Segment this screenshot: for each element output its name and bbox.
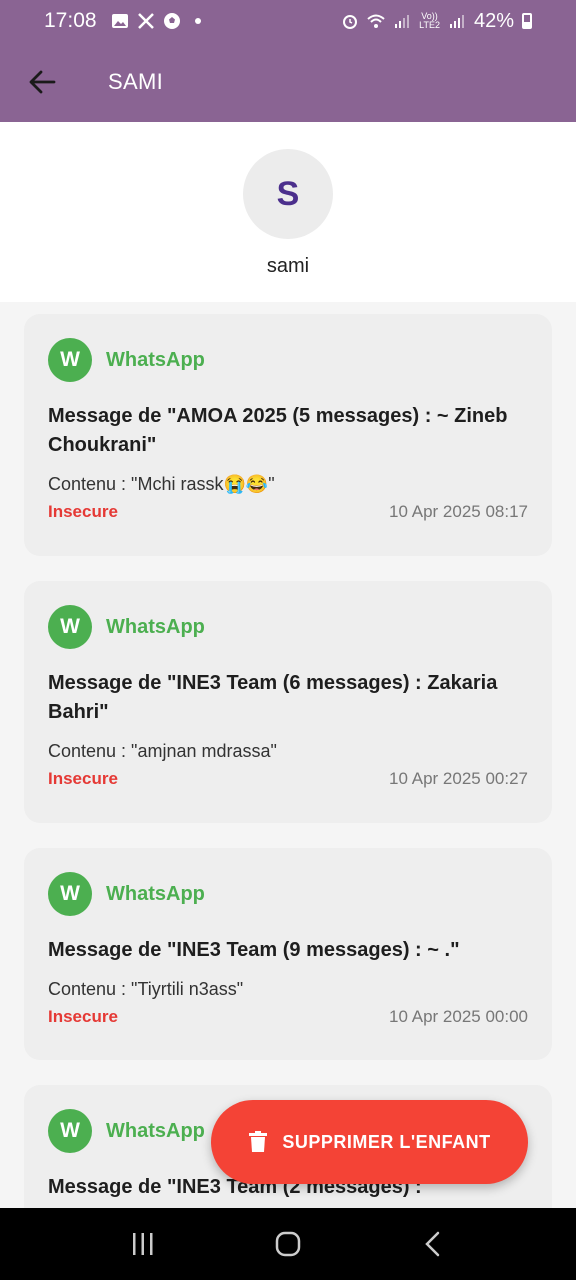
message-date: 10 Apr 2025 00:27 [389,769,528,788]
whatsapp-avatar: W [48,605,92,649]
whatsapp-avatar: W [48,338,92,382]
message-card[interactable]: W WhatsApp Message de "INE3 Team (6 mess… [24,581,552,823]
message-date: 10 Apr 2025 00:00 [389,1007,528,1026]
network-label: Vo)) LTE2 [419,11,440,30]
gallery-icon [111,14,128,28]
app-name: WhatsApp [106,882,205,905]
back-button[interactable] [0,42,84,122]
message-content: Contenu : "Tiyrtili n3ass" [48,979,244,999]
card-footer: Insecure 10 Apr 2025 00:27 [48,769,528,789]
x-icon [137,13,154,29]
arrow-left-icon [29,70,56,94]
soccer-ball-icon [163,13,180,29]
home-icon [275,1231,301,1257]
message-card[interactable]: W WhatsApp Message de "INE3 Team (9 mess… [24,848,552,1060]
recent-apps-button[interactable] [113,1214,173,1274]
profile-name: sami [266,255,310,277]
home-button[interactable] [258,1214,318,1274]
message-title: Message de "INE3 Team (6 messages) : Zak… [48,672,498,723]
card-header: W WhatsApp [48,605,528,649]
message-list[interactable]: W WhatsApp Message de "AMOA 2025 (5 mess… [0,302,576,1208]
dot-icon [194,18,201,24]
status-badge: Insecure [48,502,118,521]
message-card[interactable]: W WhatsApp Message de "AMOA 2025 (5 mess… [24,314,552,556]
battery-icon [522,13,532,29]
card-footer: Insecure 10 Apr 2025 08:17 [48,502,528,522]
app-name: WhatsApp [106,1119,205,1142]
recent-apps-icon [132,1233,153,1255]
message-content: Contenu : "amjnan mdrassa" [48,741,277,761]
message-title: Message de "AMOA 2025 (5 messages) : ~ Z… [48,405,508,456]
trash-icon [249,1131,268,1152]
status-left: 17:08 [44,9,207,33]
delete-child-button[interactable]: SUPPRIMER L'ENFANT [211,1100,528,1184]
wifi-icon [367,14,385,28]
battery-percent: 42% [473,9,514,32]
card-header: W WhatsApp [48,338,528,382]
app-name: WhatsApp [106,348,205,371]
chevron-left-icon [425,1231,440,1257]
signal-icon-2 [449,15,464,28]
delete-child-label: SUPPRIMER L'ENFANT [282,1131,491,1152]
signal-icon [395,15,410,28]
whatsapp-avatar: W [48,1109,92,1153]
card-header: W WhatsApp [48,872,528,916]
message-date: 10 Apr 2025 08:17 [389,502,528,521]
status-badge: Insecure [48,769,118,788]
status-right: Vo)) LTE2 42% [341,10,532,33]
avatar: S [243,149,333,239]
back-nav-button[interactable] [403,1214,463,1274]
alarm-icon [343,15,358,29]
status-bar: 17:08 Vo)) LTE2 42% [0,0,576,42]
status-time: 17:08 [44,9,97,32]
status-badge: Insecure [48,1007,118,1026]
app-name: WhatsApp [106,615,205,638]
message-title: Message de "INE3 Team (9 messages) : ~ .… [48,939,460,961]
card-footer: Insecure 10 Apr 2025 00:00 [48,1007,528,1027]
profile-header: S sami [0,122,576,302]
page-title: SAMI [108,69,163,94]
app-bar: SAMI [0,42,576,122]
message-content: Contenu : "Mchi rassk😭😂" [48,474,275,494]
whatsapp-avatar: W [48,872,92,916]
system-nav-bar [0,1208,576,1280]
